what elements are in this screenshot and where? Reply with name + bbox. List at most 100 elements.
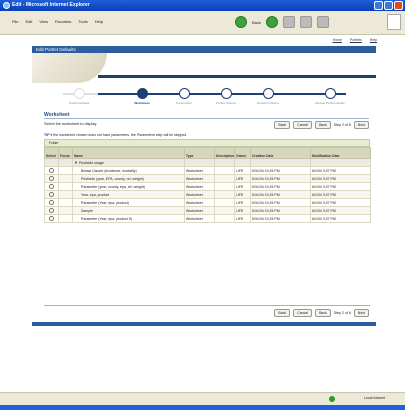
home-link[interactable]: Home <box>333 38 342 42</box>
menubar: File Edit View Favorites Tools Help Back <box>0 11 405 35</box>
home-icon[interactable] <box>316 16 329 28</box>
minimize-icon[interactable] <box>374 1 383 10</box>
forward-arrow-icon[interactable] <box>265 16 278 28</box>
maximize-icon[interactable] <box>384 1 393 10</box>
radio-button[interactable] <box>49 191 54 197</box>
menu-help[interactable]: Help <box>95 19 103 24</box>
column-header[interactable]: Owner <box>234 147 251 159</box>
column-header[interactable]: Creation Date <box>250 147 311 159</box>
help-link[interactable]: Help <box>370 38 377 42</box>
footer-bar <box>32 322 376 326</box>
menu-list: File Edit View Favorites Tools Help <box>12 19 103 24</box>
prev-step-button[interactable]: Back <box>315 309 331 317</box>
focus-cell <box>58 182 73 191</box>
table-cell <box>250 158 311 167</box>
menu-file[interactable]: File <box>12 19 18 24</box>
radio-button[interactable] <box>49 207 54 213</box>
modification-date-cell: 6/2/04 3:37 PM <box>310 214 371 223</box>
type-cell: Worksheet <box>184 190 215 199</box>
back-arrow-icon[interactable] <box>235 16 247 28</box>
page-content: Home Portlets Help Edit Portlet Defaults… <box>28 35 383 380</box>
cancel-button[interactable]: Cancel <box>293 121 313 129</box>
radio-button[interactable] <box>49 167 54 173</box>
back-label[interactable]: Back <box>252 20 261 25</box>
train-step-worksheet: Worksheet <box>134 88 150 105</box>
status-bar: Local intranet <box>0 392 405 405</box>
table-cell <box>234 158 251 167</box>
owner-cell: LIFE <box>234 190 251 199</box>
table-row[interactable]: Breast Cancer (incidence, mortality) Work… <box>44 166 371 175</box>
page-banner: Edit Portlet Defaults <box>32 46 376 53</box>
table-row[interactable]: Year, epa, product Worksheet LIFE 5/31/04 1… <box>44 190 371 199</box>
next-button[interactable]: Next <box>353 121 369 129</box>
column-header[interactable]: Name <box>72 147 185 159</box>
menu-edit[interactable]: Edit <box>25 19 32 24</box>
menu-favorites[interactable]: Favorites <box>55 19 71 24</box>
description-cell <box>214 182 235 191</box>
radio-button[interactable] <box>49 183 54 189</box>
step-dot <box>136 88 148 99</box>
train-step-parameters[interactable]: Parameters <box>176 88 192 105</box>
folder-label[interactable]: Folder <box>49 141 58 145</box>
menu-tools[interactable]: Tools <box>78 19 87 24</box>
intranet-zone-icon <box>329 396 335 402</box>
table-row[interactable]: Pesticide (year, EPA, county, rel, weigh… <box>44 174 371 183</box>
table-cell <box>184 158 215 167</box>
table-row[interactable]: Parameter (Year, epa, product) Worksheet L… <box>44 198 371 207</box>
creation-date-cell: 5/31/04 10:25 PM <box>250 190 311 199</box>
parent-name-cell[interactable]: ▼ Pesticide usage <box>72 158 185 167</box>
focus-cell <box>58 190 73 199</box>
worksheet-table: Folder Select Focus Name Type Descriptio… <box>44 139 371 223</box>
select-radio[interactable] <box>44 174 59 183</box>
prev-step-button[interactable]: Back <box>315 121 331 129</box>
modification-date-cell: 6/2/04 3:37 PM <box>310 206 371 215</box>
focus-cell <box>58 214 73 223</box>
refresh-icon[interactable] <box>299 16 312 28</box>
owner-cell: LIFE <box>234 166 251 175</box>
back-button[interactable]: Back <box>274 121 291 129</box>
select-radio[interactable] <box>44 182 59 191</box>
modification-date-cell: 6/2/04 3:37 PM <box>310 174 371 183</box>
select-radio[interactable] <box>44 206 59 215</box>
radio-button[interactable] <box>49 175 54 181</box>
step-train: Portlet Defaults Worksheet Parameters Po… <box>58 87 358 107</box>
column-header: Focus <box>58 147 73 159</box>
portlets-link[interactable]: Portlets <box>350 38 362 42</box>
back-button[interactable]: Back <box>274 309 291 317</box>
type-cell: Worksheet <box>184 206 215 215</box>
tip-text: TIP If the worksheet chosen does not hav… <box>44 133 187 137</box>
train-step-refresh-options[interactable]: Refresh Options <box>257 88 279 105</box>
description-cell <box>214 174 235 183</box>
window-title: Edit - Microsoft Internet Explorer <box>12 2 90 8</box>
train-step-review[interactable]: Review Portlet Details <box>315 88 345 105</box>
cancel-button[interactable]: Cancel <box>293 309 313 317</box>
table-row[interactable]: Sample Worksheet LIFE 5/31/04 10:25 PM 6/2/0… <box>44 206 371 215</box>
focus-cell <box>58 166 73 175</box>
column-header[interactable]: Description <box>214 147 235 159</box>
select-radio[interactable] <box>44 198 59 207</box>
close-icon[interactable] <box>394 1 403 10</box>
select-radio[interactable] <box>44 166 59 175</box>
taskbar <box>0 405 405 410</box>
focus-cell <box>58 174 73 183</box>
expand-triangle-icon[interactable]: ▼ <box>74 160 78 165</box>
menu-view[interactable]: View <box>39 19 48 24</box>
radio-button[interactable] <box>49 215 54 221</box>
step-indicator: Step 2 of 6 <box>333 123 351 127</box>
column-header[interactable]: Type <box>184 147 215 159</box>
stop-icon[interactable] <box>282 16 295 28</box>
name-cell: Sample <box>72 206 185 215</box>
table-row[interactable]: Parameter (year, county, epa, rel, weigh… <box>44 182 371 191</box>
column-header[interactable]: Modification Date <box>310 147 371 159</box>
train-step-portlet-options[interactable]: Portlet Options <box>216 88 236 105</box>
worksheet-grid: Select Focus Name Type Description Owner… <box>44 147 371 223</box>
next-button[interactable]: Next <box>353 309 369 317</box>
select-radio[interactable] <box>44 214 59 223</box>
table-row[interactable]: Parameter (Year, epa, product 5) Workshee… <box>44 214 371 223</box>
type-cell: Worksheet <box>184 198 215 207</box>
security-zone: Local intranet <box>363 396 385 400</box>
creation-date-cell: 5/31/04 10:25 PM <box>250 182 311 191</box>
step-dot <box>73 88 85 99</box>
select-radio[interactable] <box>44 190 59 199</box>
radio-button[interactable] <box>49 199 54 205</box>
